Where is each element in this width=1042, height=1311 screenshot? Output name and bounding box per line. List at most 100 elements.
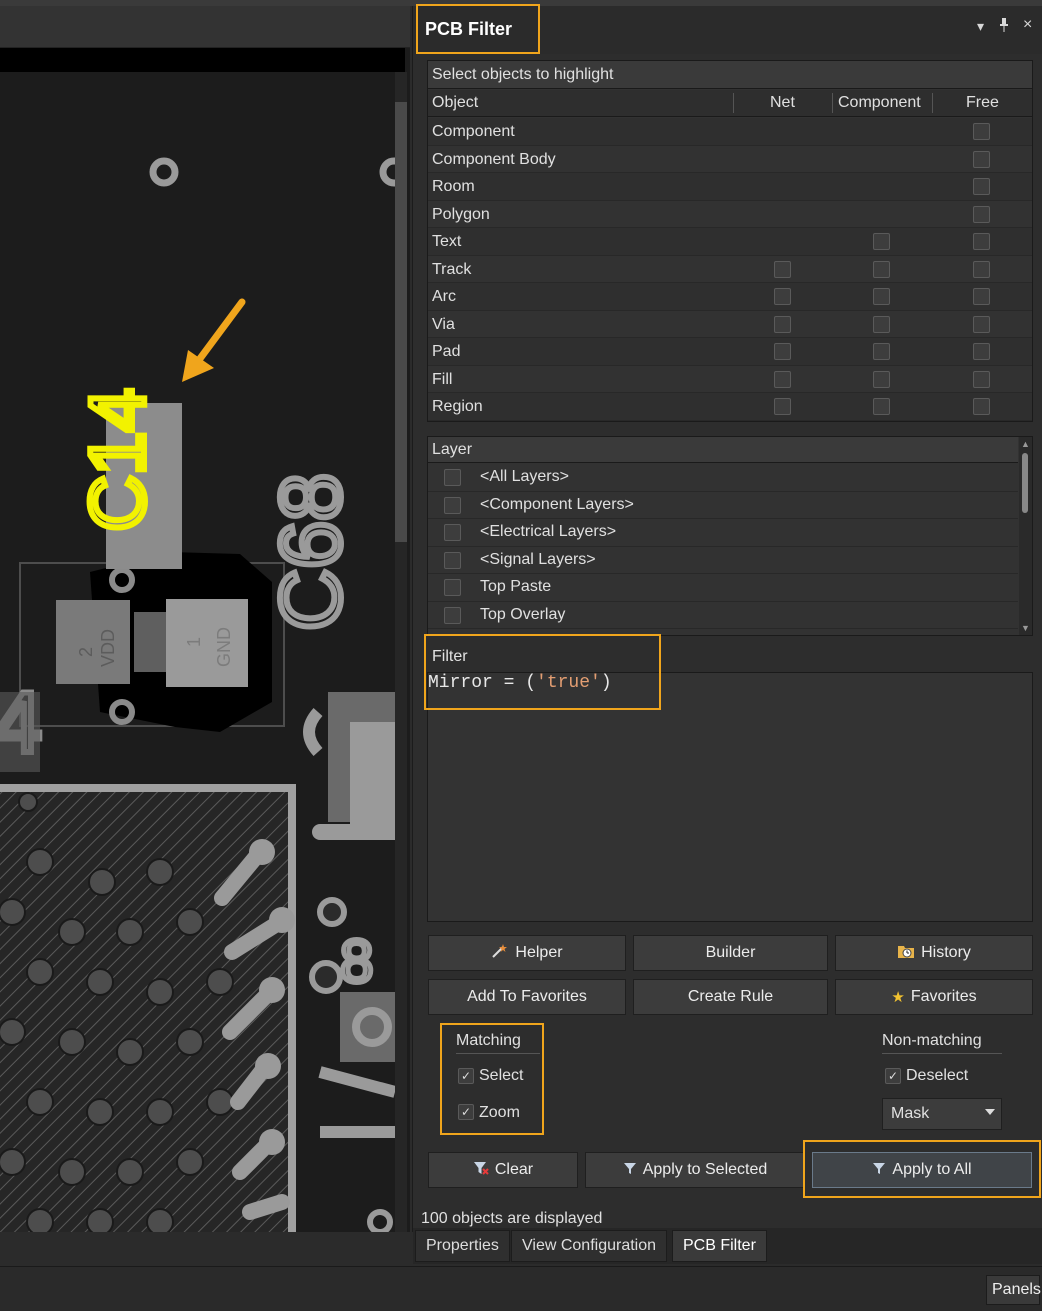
table-row: Track (428, 256, 1032, 283)
layer-checkbox[interactable] (444, 606, 461, 624)
history-folder-icon (897, 943, 915, 963)
free-checkbox[interactable] (973, 260, 990, 278)
pcb-board-view[interactable]: 2 VDD 1 GND C14 C68 4 8 (0, 72, 395, 1232)
component-checkbox[interactable] (873, 343, 890, 360)
net-checkbox[interactable] (774, 260, 791, 278)
create-rule-button[interactable]: Create Rule (633, 979, 828, 1015)
favorites-button-label: Favorites (910, 988, 977, 1005)
pcb-canvas[interactable]: 2 VDD 1 GND C14 C68 4 8 (0, 6, 410, 1232)
list-item[interactable]: Top Paste (428, 574, 1018, 602)
list-item[interactable]: Top Overlay (428, 602, 1018, 629)
free-checkbox[interactable] (973, 150, 990, 168)
free-checkbox[interactable] (973, 315, 990, 333)
net-checkbox[interactable] (774, 398, 791, 415)
designator-c14[interactable]: C14 (70, 385, 164, 534)
net-checkbox[interactable] (774, 315, 791, 333)
history-button-label: History (921, 944, 971, 961)
object-type-label: Via (432, 315, 455, 333)
free-checkbox[interactable] (973, 205, 990, 223)
object-type-label: Fill (432, 370, 453, 388)
free-checkbox[interactable] (973, 343, 990, 360)
net-checkbox[interactable] (774, 370, 791, 388)
free-checkbox[interactable] (973, 123, 990, 140)
clear-filter-icon (473, 1160, 489, 1180)
layer-checkbox[interactable] (444, 496, 461, 514)
apply-to-all-label: Apply to All (892, 1161, 972, 1178)
pcb-ruler-strip (0, 48, 405, 72)
panels-button[interactable]: Panels (986, 1275, 1041, 1305)
table-row: Text (428, 228, 1032, 256)
table-row: Pad (428, 338, 1032, 366)
add-to-favorites-label: Add To Favorites (467, 988, 587, 1005)
table-row: Arc (428, 283, 1032, 311)
layer-label: Top Paste (480, 578, 552, 595)
panel-header: PCB Filter ▾ × (413, 4, 1042, 54)
select-checkbox[interactable]: ✓ (458, 1068, 474, 1084)
column-header-object: Object (432, 94, 479, 111)
list-item[interactable]: <Electrical Layers> (428, 519, 1018, 547)
filter-highlight-frame (424, 634, 661, 710)
layer-label: Top Overlay (480, 605, 566, 623)
favorites-button[interactable]: ★ Favorites (835, 979, 1033, 1015)
layer-checkbox[interactable] (444, 579, 461, 596)
add-to-favorites-button[interactable]: Add To Favorites (428, 979, 626, 1015)
table-row: Via (428, 311, 1032, 338)
object-table-header: Object Net Component Free (428, 90, 1032, 117)
layer-list-scrollbar[interactable]: ▲ ▼ (1019, 437, 1032, 635)
layer-label: <All Layers> (480, 468, 569, 485)
list-item[interactable]: <Signal Layers> (428, 547, 1018, 574)
clear-button[interactable]: Clear (428, 1152, 578, 1188)
layer-checkbox[interactable] (444, 524, 461, 541)
non-matching-mode-select[interactable]: Mask (882, 1098, 1002, 1130)
free-checkbox[interactable] (973, 370, 990, 388)
pcb-vertical-scrollbar[interactable] (395, 72, 407, 1232)
table-row: Component Body (428, 146, 1032, 173)
component-checkbox[interactable] (873, 233, 890, 250)
free-checkbox[interactable] (973, 233, 990, 250)
apply-to-selected-label: Apply to Selected (642, 1161, 768, 1178)
scroll-up-icon[interactable]: ▲ (1021, 439, 1030, 449)
free-checkbox[interactable] (973, 398, 990, 415)
free-checkbox[interactable] (973, 178, 990, 195)
tab-pcb-filter[interactable]: PCB Filter (672, 1230, 767, 1262)
history-button[interactable]: History (835, 935, 1033, 971)
list-item[interactable]: <Component Layers> (428, 492, 1018, 519)
scroll-down-icon[interactable]: ▼ (1021, 623, 1030, 633)
helper-button-label: Helper (515, 944, 563, 961)
apply-to-selected-button[interactable]: Apply to Selected (585, 1152, 805, 1188)
close-icon[interactable]: × (1023, 16, 1032, 34)
net-checkbox[interactable] (774, 343, 791, 360)
free-checkbox[interactable] (973, 288, 990, 305)
object-type-label: Room (432, 178, 475, 195)
tab-properties[interactable]: Properties (415, 1230, 510, 1262)
layer-checkbox[interactable] (444, 469, 461, 486)
builder-button[interactable]: Builder (633, 935, 828, 971)
helper-button[interactable]: Helper (428, 935, 626, 971)
deselect-checkbox[interactable]: ✓ (885, 1068, 901, 1084)
pin-icon[interactable] (999, 18, 1009, 35)
tab-view-configuration[interactable]: View Configuration (511, 1230, 668, 1262)
panel-menu-icon[interactable]: ▾ (977, 18, 984, 35)
zoom-checkbox[interactable]: ✓ (458, 1104, 474, 1120)
layer-scroll-thumb[interactable] (1022, 453, 1028, 513)
filter-expression[interactable]: Mirror = ('true') (428, 673, 612, 693)
table-row: Fill (428, 366, 1032, 393)
designator-c68: C68 (263, 473, 359, 631)
net-checkbox[interactable] (774, 288, 791, 305)
pcb-scroll-thumb[interactable] (395, 102, 407, 542)
component-checkbox[interactable] (873, 370, 890, 388)
list-item[interactable]: <All Layers> (428, 464, 1018, 492)
component-checkbox[interactable] (873, 260, 890, 278)
status-bar: Panels (0, 1266, 1042, 1311)
component-checkbox[interactable] (873, 288, 890, 305)
component-checkbox[interactable] (873, 398, 890, 415)
object-type-label: Pad (432, 343, 461, 360)
object-type-label: Polygon (432, 205, 490, 223)
pad-label: GND (214, 627, 234, 667)
apply-to-all-button[interactable]: Apply to All (812, 1152, 1032, 1188)
filter-funnel-icon (872, 1161, 886, 1179)
panel-tabs: Properties View Configuration PCB Filter (413, 1228, 1042, 1264)
component-checkbox[interactable] (873, 315, 890, 333)
column-header-net: Net (770, 94, 795, 111)
layer-checkbox[interactable] (444, 551, 461, 569)
